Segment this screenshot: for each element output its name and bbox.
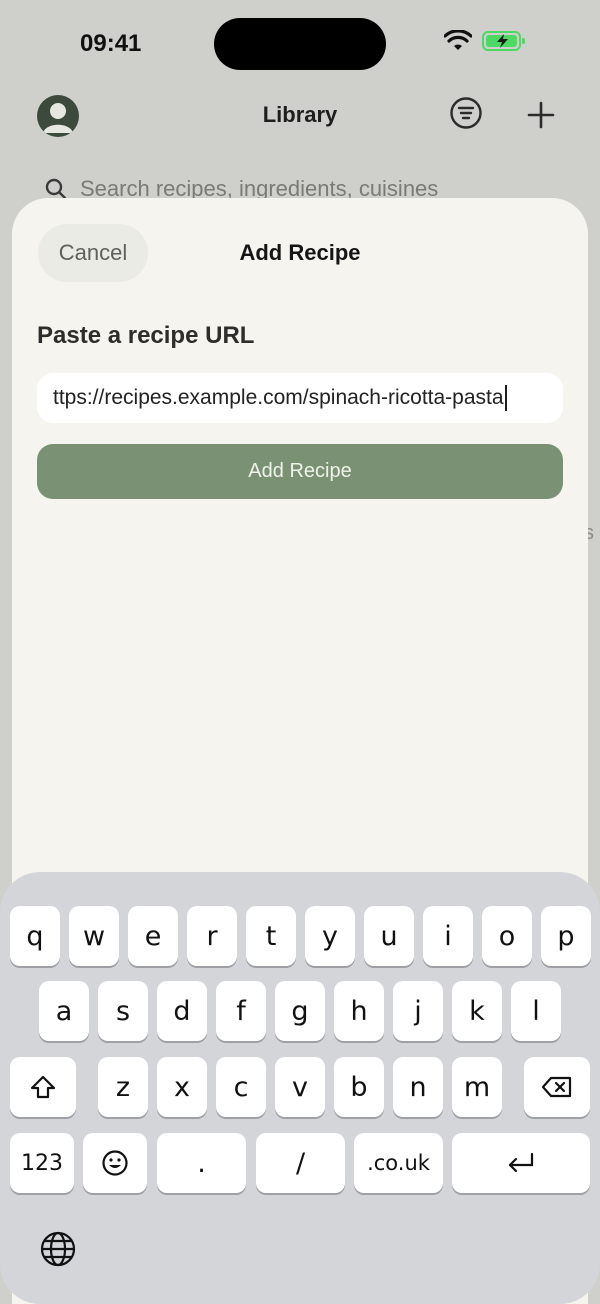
key-e[interactable]: e (128, 906, 178, 966)
battery-charging-icon (482, 31, 525, 51)
shift-icon (30, 1075, 56, 1099)
globe-icon[interactable] (39, 1230, 77, 1268)
key-x[interactable]: x (157, 1057, 207, 1117)
status-time: 09:41 (80, 30, 142, 57)
sheet-title: Add Recipe (239, 240, 361, 265)
dynamic-island (214, 18, 386, 70)
key-d[interactable]: d (157, 981, 207, 1041)
backspace-icon (541, 1076, 572, 1098)
key-q[interactable]: q (10, 906, 60, 966)
key-h[interactable]: h (334, 981, 384, 1041)
keyboard: q w e r t y u i o p a s d f g h j k l z … (0, 872, 600, 1304)
key-z[interactable]: z (98, 1057, 148, 1117)
key-y[interactable]: y (305, 906, 355, 966)
status-icons (444, 30, 526, 52)
key-b[interactable]: b (334, 1057, 384, 1117)
key-k[interactable]: k (452, 981, 502, 1041)
domain-key[interactable]: .co.uk (354, 1133, 443, 1193)
filter-icon[interactable] (449, 96, 483, 130)
key-l[interactable]: l (511, 981, 561, 1041)
key-i[interactable]: i (423, 906, 473, 966)
key-w[interactable]: w (69, 906, 119, 966)
url-field-label: Paste a recipe URL (37, 322, 255, 349)
page-title: Library (262, 102, 338, 127)
key-u[interactable]: u (364, 906, 414, 966)
key-a[interactable]: a (39, 981, 89, 1041)
recipe-url-input[interactable]: ttps://recipes.example.com/spinach-ricot… (37, 373, 563, 423)
key-s[interactable]: s (98, 981, 148, 1041)
return-key[interactable] (452, 1133, 590, 1193)
key-r[interactable]: r (187, 906, 237, 966)
key-o[interactable]: o (482, 906, 532, 966)
emoji-key[interactable] (83, 1133, 147, 1193)
emoji-icon (102, 1150, 128, 1176)
return-icon (508, 1152, 534, 1173)
period-key[interactable]: . (157, 1133, 246, 1193)
add-recipe-button[interactable]: Add Recipe (37, 444, 563, 499)
wifi-icon (444, 30, 472, 50)
text-caret (504, 385, 507, 411)
url-input-value: ttps://recipes.example.com/spinach-ricot… (53, 386, 504, 409)
backspace-key[interactable] (524, 1057, 590, 1117)
key-g[interactable]: g (275, 981, 325, 1041)
key-t[interactable]: t (246, 906, 296, 966)
shift-key[interactable] (10, 1057, 76, 1117)
key-p[interactable]: p (541, 906, 591, 966)
key-v[interactable]: v (275, 1057, 325, 1117)
key-f[interactable]: f (216, 981, 266, 1041)
key-m[interactable]: m (452, 1057, 502, 1117)
numbers-key[interactable]: 123 (10, 1133, 74, 1193)
plus-icon[interactable] (526, 100, 556, 130)
slash-key[interactable]: / (256, 1133, 345, 1193)
key-c[interactable]: c (216, 1057, 266, 1117)
key-j[interactable]: j (393, 981, 443, 1041)
key-n[interactable]: n (393, 1057, 443, 1117)
